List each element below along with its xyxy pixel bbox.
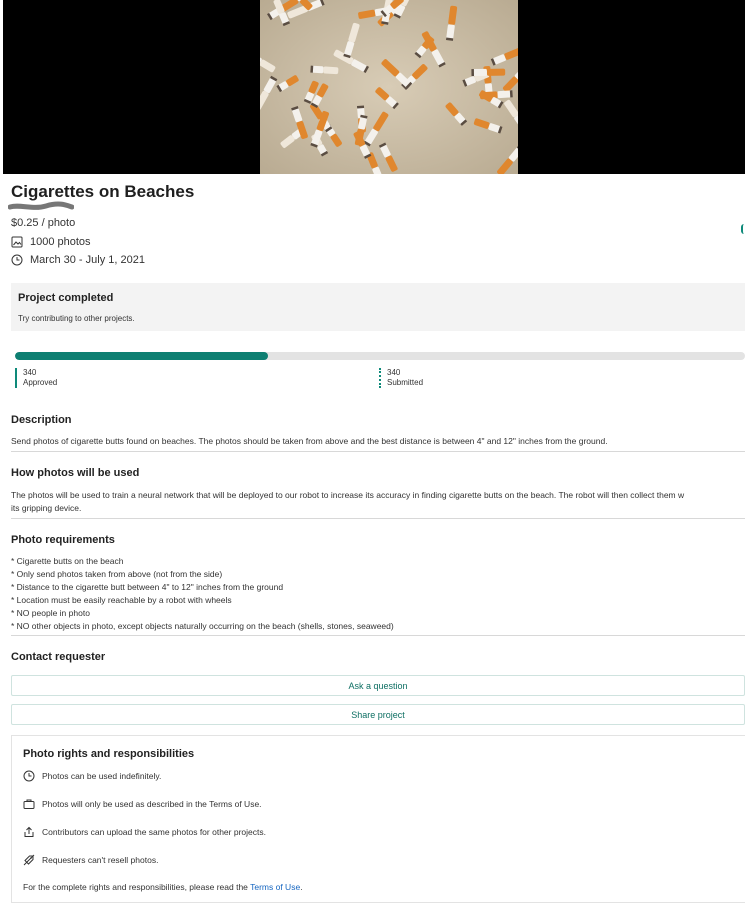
rights-item: Photos will only be used as described in…: [23, 798, 262, 810]
project-dates-row: March 30 - July 1, 2021: [11, 254, 145, 266]
description-heading: Description: [11, 414, 72, 426]
requirements-heading: Photo requirements: [11, 534, 115, 546]
rights-footer-end: .: [300, 882, 303, 892]
briefcase-icon: [23, 799, 35, 809]
submitted-count: 340: [387, 368, 401, 377]
usage-heading: How photos will be used: [11, 467, 140, 479]
description-text: Send photos of cigarette butts found on …: [11, 436, 608, 446]
photo-count: 1000 photos: [30, 236, 91, 248]
list-item: * Only send photos taken from above (not…: [11, 569, 223, 579]
clock-icon: [23, 770, 35, 782]
list-item: * NO other objects in photo, except obje…: [11, 621, 394, 631]
list-item: * NO people in photo: [11, 608, 90, 618]
section-divider: [11, 518, 745, 519]
rights-footer-text: For the complete rights and responsibili…: [23, 882, 251, 892]
usage-text-line1: The photos will be used to train a neura…: [11, 490, 685, 500]
project-hero-banner: [3, 0, 745, 174]
rights-item-text: Contributors can upload the same photos …: [42, 827, 266, 837]
rights-item: Contributors can upload the same photos …: [23, 826, 266, 838]
project-cover-image: [260, 0, 518, 174]
share-icon: [24, 826, 34, 837]
submitted-label: Submitted: [387, 378, 424, 387]
no-resell-icon: [23, 854, 35, 866]
right-edge-indicator: [741, 224, 745, 234]
price-per-photo: $0.25 / photo: [11, 217, 76, 229]
section-divider: [11, 451, 745, 452]
progress-fill: [15, 352, 269, 360]
cigarette-butts-photo: [260, 0, 518, 174]
clock-icon: [11, 254, 23, 266]
share-project-button[interactable]: Share project: [11, 704, 745, 725]
approved-stat: 340 Approved: [15, 368, 57, 388]
requirements-list: * Cigarette butts on the beach * Only se…: [11, 555, 394, 633]
progress-bar: [15, 352, 745, 360]
rights-item: Photos can be used indefinitely.: [23, 770, 161, 782]
list-item: * Location must be easily reachable by a…: [11, 595, 232, 605]
image-icon: [11, 236, 23, 248]
ask-question-button[interactable]: Ask a question: [11, 675, 745, 696]
photo-rights-panel: Photo rights and responsibilities Photos…: [11, 735, 745, 903]
contact-heading: Contact requester: [11, 651, 106, 663]
photo-count-row: 1000 photos: [11, 236, 91, 248]
rights-footer: For the complete rights and responsibili…: [23, 882, 303, 892]
rights-heading: Photo rights and responsibilities: [23, 748, 195, 760]
project-title: Cigarettes on Beaches: [11, 182, 195, 201]
submitted-stat: 340 Submitted: [379, 368, 423, 388]
project-status-panel: Project completed Try contributing to ot…: [11, 283, 745, 331]
rights-item-text: Requesters can't resell photos.: [42, 855, 159, 865]
terms-of-use-link[interactable]: Terms of Use: [250, 882, 300, 892]
list-item: * Cigarette butts on the beach: [11, 556, 124, 566]
rights-item: Requesters can't resell photos.: [23, 854, 158, 866]
redaction-scribble: [8, 201, 74, 210]
status-subtitle: Try contributing to other projects.: [18, 314, 135, 323]
status-title: Project completed: [18, 292, 114, 304]
approved-count: 340: [23, 368, 37, 377]
rights-item-text: Photos can be used indefinitely.: [42, 771, 162, 781]
section-divider: [11, 635, 745, 636]
approved-label: Approved: [23, 378, 58, 387]
rights-item-text: Photos will only be used as described in…: [42, 799, 262, 809]
list-item: * Distance to the cigarette butt between…: [11, 582, 284, 592]
project-dates: March 30 - July 1, 2021: [30, 254, 145, 266]
usage-text-line2: its gripping device.: [11, 503, 82, 513]
cigarette-butt: [471, 68, 506, 77]
